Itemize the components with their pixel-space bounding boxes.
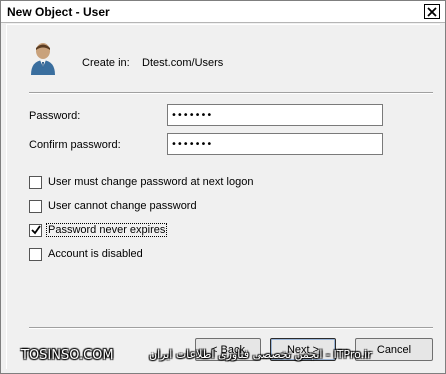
dialog-body	[6, 24, 440, 369]
option-must-change-password[interactable]: User must change password at next logon	[29, 175, 254, 189]
confirm-password-label: Confirm password:	[29, 139, 121, 151]
close-button[interactable]	[424, 4, 440, 19]
new-object-user-dialog: New Object - User Create in: Dtest.com/U…	[0, 0, 446, 374]
create-in-path: Dtest.com/Users	[142, 57, 224, 69]
user-icon	[31, 43, 55, 75]
checkbox-cannot-change[interactable]	[29, 199, 42, 213]
option-account-disabled[interactable]: Account is disabled	[29, 247, 144, 261]
checkbox-never-expires[interactable]	[29, 223, 42, 237]
option-label: Password never expires	[45, 223, 168, 237]
option-cannot-change-password[interactable]: User cannot change password	[29, 199, 198, 213]
watermark-left: TOSINSO.COM	[21, 348, 114, 363]
checkmark-icon	[30, 225, 41, 235]
checkbox-must-change[interactable]	[29, 175, 42, 189]
option-password-never-expires[interactable]: Password never expires	[29, 223, 168, 237]
option-label: User must change password at next logon	[48, 176, 254, 188]
separator-bottom	[29, 327, 433, 329]
password-label: Password:	[29, 110, 81, 122]
option-label: User cannot change password	[48, 200, 197, 212]
checkbox-account-disabled[interactable]	[29, 247, 42, 261]
confirm-password-input[interactable]	[167, 133, 383, 155]
close-icon	[427, 6, 437, 17]
title-bar[interactable]: New Object - User	[1, 1, 445, 23]
watermark-right: ITPro.ir - انجمن تخصصی فناوری اطلاعات ای…	[149, 348, 372, 361]
create-in-label: Create in:	[82, 57, 130, 69]
option-label: Account is disabled	[48, 248, 143, 260]
window-title: New Object - User	[7, 5, 110, 19]
password-input[interactable]	[167, 104, 383, 126]
separator-top	[29, 92, 433, 94]
